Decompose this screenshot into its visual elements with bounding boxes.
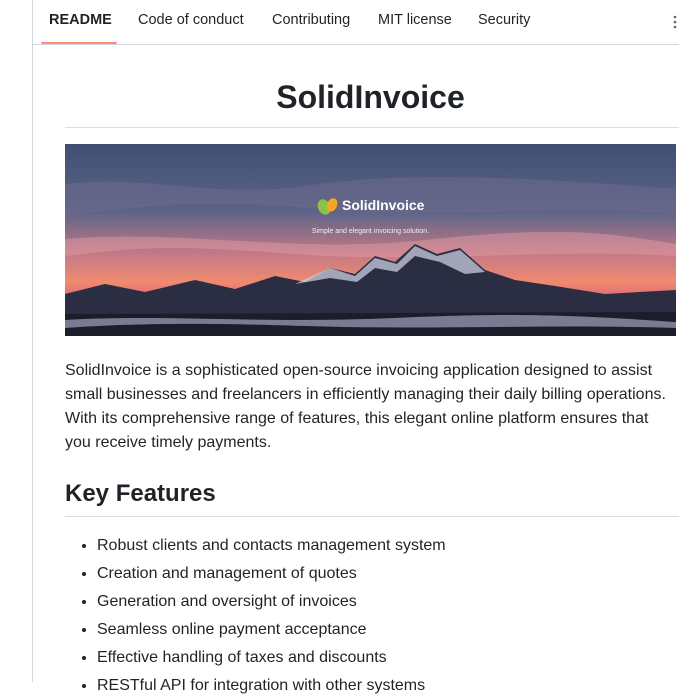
features-divider	[65, 516, 679, 517]
tab-mit-license[interactable]: MIT license	[378, 0, 452, 44]
title-divider	[65, 127, 679, 128]
banner-image: SolidInvoice Simple and elegant invoicin…	[65, 144, 676, 336]
list-item: RESTful API for integration with other s…	[97, 672, 679, 700]
list-item: Effective handling of taxes and discount…	[97, 644, 679, 672]
list-item: Creation and management of quotes	[97, 560, 679, 588]
readme-tabs: README Code of conduct Contributing MIT …	[33, 0, 679, 45]
tab-readme[interactable]: README	[49, 0, 112, 44]
kebab-vertical-icon[interactable]	[671, 12, 679, 32]
list-item: Seamless online payment acceptance	[97, 616, 679, 644]
banner-artwork	[65, 144, 676, 336]
features-heading: Key Features	[65, 480, 216, 507]
tab-security[interactable]: Security	[478, 0, 530, 44]
banner-logo-text: SolidInvoice	[342, 197, 425, 213]
tab-contributing[interactable]: Contributing	[272, 0, 350, 44]
left-rail	[0, 0, 33, 682]
banner-tagline: Simple and elegant invoicing solution.	[311, 228, 430, 235]
intro-paragraph: SolidInvoice is a sophisticated open-sou…	[65, 362, 666, 451]
list-item: Generation and oversight of invoices	[97, 588, 679, 616]
tab-code-of-conduct[interactable]: Code of conduct	[138, 0, 244, 44]
features-list: Robust clients and contacts management s…	[65, 532, 679, 700]
readme-title: SolidInvoice	[276, 79, 465, 115]
active-tab-indicator	[41, 42, 117, 44]
list-item: Robust clients and contacts management s…	[97, 532, 679, 560]
